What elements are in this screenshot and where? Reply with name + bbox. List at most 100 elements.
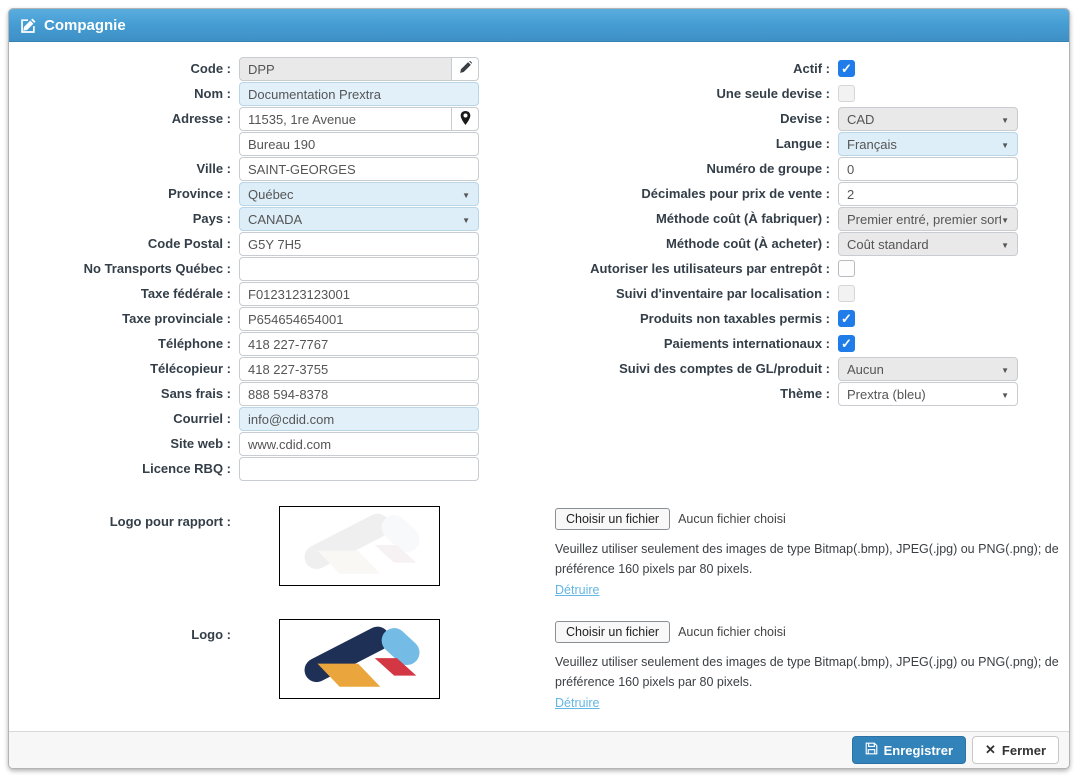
pays-value: CANADA	[248, 212, 302, 227]
right-column: Actif : Une seule devise : Devise : CAD	[497, 57, 1018, 482]
report-logo-row: Logo pour rapport : Choisir un fichier A…	[9, 506, 1069, 619]
company-logo-row: Logo : Choisir un fichier Aucun fichier …	[9, 619, 1069, 712]
code-label: Code :	[9, 57, 239, 81]
left-column: Code : Nom : Adresse :	[9, 57, 479, 482]
site-web-input[interactable]	[239, 432, 479, 456]
province-value: Québec	[248, 187, 294, 202]
floppy-disk-icon	[865, 742, 878, 758]
sans-frais-input[interactable]	[239, 382, 479, 406]
ville-input[interactable]	[239, 157, 479, 181]
methode-cout-acheter-select[interactable]: Coût standard	[838, 232, 1018, 256]
taxe-federale-label: Taxe fédérale :	[9, 282, 239, 306]
map-button[interactable]	[451, 107, 479, 131]
paiements-internationaux-label: Paiements internationaux :	[497, 332, 838, 356]
ville-label: Ville :	[9, 157, 239, 181]
produits-non-taxables-label: Produits non taxables permis :	[497, 307, 838, 331]
close-label: Fermer	[1002, 743, 1046, 758]
caret-down-icon	[1001, 110, 1009, 128]
company-file-input[interactable]: Choisir un fichier Aucun fichier choisi	[555, 619, 1060, 645]
devise-label: Devise :	[497, 107, 838, 131]
site-web-label: Site web :	[9, 432, 239, 456]
report-destroy-link[interactable]: Détruire	[555, 583, 599, 597]
telephone-input[interactable]	[239, 332, 479, 356]
province-label: Province :	[9, 182, 239, 206]
paiements-internationaux-checkbox[interactable]	[838, 335, 855, 352]
panel-title: Compagnie	[44, 17, 126, 34]
edit-square-icon	[21, 18, 36, 33]
caret-down-icon	[1001, 385, 1009, 403]
utilisateurs-entrepot-label: Autoriser les utilisateurs par entrepôt …	[497, 257, 838, 281]
telecopieur-label: Télécopieur :	[9, 357, 239, 381]
produits-non-taxables-checkbox[interactable]	[838, 310, 855, 327]
une-seule-devise-label: Une seule devise :	[497, 82, 838, 106]
pays-select[interactable]: CANADA	[239, 207, 479, 231]
theme-select[interactable]: Prextra (bleu)	[838, 382, 1018, 406]
caret-down-icon	[1001, 210, 1009, 228]
suivi-comptes-gl-value: Aucun	[847, 362, 884, 377]
form-body: Code : Nom : Adresse :	[9, 42, 1069, 731]
report-file-status: Aucun fichier choisi	[678, 512, 786, 526]
adresse2-input[interactable]	[239, 132, 479, 156]
report-choose-file-button[interactable]: Choisir un fichier	[555, 508, 670, 530]
sans-frais-label: Sans frais :	[9, 382, 239, 406]
actif-label: Actif :	[497, 57, 838, 81]
report-logo-label: Logo pour rapport :	[9, 506, 239, 530]
taxe-provinciale-input[interactable]	[239, 307, 479, 331]
une-seule-devise-checkbox[interactable]	[838, 85, 855, 102]
close-button[interactable]: Fermer	[972, 736, 1059, 764]
utilisateurs-entrepot-checkbox[interactable]	[838, 260, 855, 277]
panel-footer: Enregistrer Fermer	[9, 731, 1069, 768]
adresse2-label	[9, 132, 239, 156]
company-destroy-link[interactable]: Détruire	[555, 696, 599, 710]
numero-groupe-input[interactable]	[838, 157, 1018, 181]
code-input[interactable]	[239, 57, 452, 81]
no-transports-input[interactable]	[239, 257, 479, 281]
pencil-icon	[459, 61, 472, 77]
company-logo-box	[279, 619, 440, 699]
save-label: Enregistrer	[884, 743, 953, 758]
taxe-federale-input[interactable]	[239, 282, 479, 306]
devise-select[interactable]: CAD	[838, 107, 1018, 131]
report-logo-image	[287, 510, 432, 582]
decimales-input[interactable]	[838, 182, 1018, 206]
no-transports-label: No Transports Québec :	[9, 257, 239, 281]
edit-code-button[interactable]	[451, 57, 479, 81]
report-file-input[interactable]: Choisir un fichier Aucun fichier choisi	[555, 506, 1060, 532]
company-logo-image	[287, 623, 432, 695]
actif-checkbox[interactable]	[838, 60, 855, 77]
decimales-label: Décimales pour prix de vente :	[497, 182, 838, 206]
caret-down-icon	[462, 210, 470, 228]
nom-input[interactable]	[239, 82, 479, 106]
save-button[interactable]: Enregistrer	[852, 736, 966, 764]
inventaire-localisation-checkbox[interactable]	[838, 285, 855, 302]
map-marker-icon	[460, 111, 471, 128]
province-select[interactable]: Québec	[239, 182, 479, 206]
langue-label: Langue :	[497, 132, 838, 156]
methode-cout-acheter-label: Méthode coût (À acheter) :	[497, 232, 838, 256]
theme-label: Thème :	[497, 382, 838, 406]
theme-value: Prextra (bleu)	[847, 387, 926, 402]
adresse-label: Adresse :	[9, 107, 239, 131]
adresse-input[interactable]	[239, 107, 452, 131]
methode-cout-fabriquer-select[interactable]: Premier entré, premier sorti	[838, 207, 1018, 231]
licence-rbq-input[interactable]	[239, 457, 479, 481]
caret-down-icon	[1001, 135, 1009, 153]
caret-down-icon	[1001, 360, 1009, 378]
pays-label: Pays :	[9, 207, 239, 231]
nom-label: Nom :	[9, 82, 239, 106]
x-icon	[985, 742, 996, 758]
methode-cout-fabriquer-value: Premier entré, premier sorti	[847, 212, 1001, 227]
code-postal-input[interactable]	[239, 232, 479, 256]
report-help-text: Veuillez utiliser seulement des images d…	[555, 539, 1060, 579]
telecopieur-input[interactable]	[239, 357, 479, 381]
langue-select[interactable]: Français	[838, 132, 1018, 156]
courriel-input[interactable]	[239, 407, 479, 431]
compagnie-panel: Compagnie Code : Nom :	[8, 8, 1070, 769]
caret-down-icon	[462, 185, 470, 203]
suivi-comptes-gl-select[interactable]: Aucun	[838, 357, 1018, 381]
suivi-comptes-gl-label: Suivi des comptes de GL/produit :	[497, 357, 838, 381]
numero-groupe-label: Numéro de groupe :	[497, 157, 838, 181]
methode-cout-acheter-value: Coût standard	[847, 237, 929, 252]
inventaire-localisation-label: Suivi d'inventaire par localisation :	[497, 282, 838, 306]
company-choose-file-button[interactable]: Choisir un fichier	[555, 621, 670, 643]
